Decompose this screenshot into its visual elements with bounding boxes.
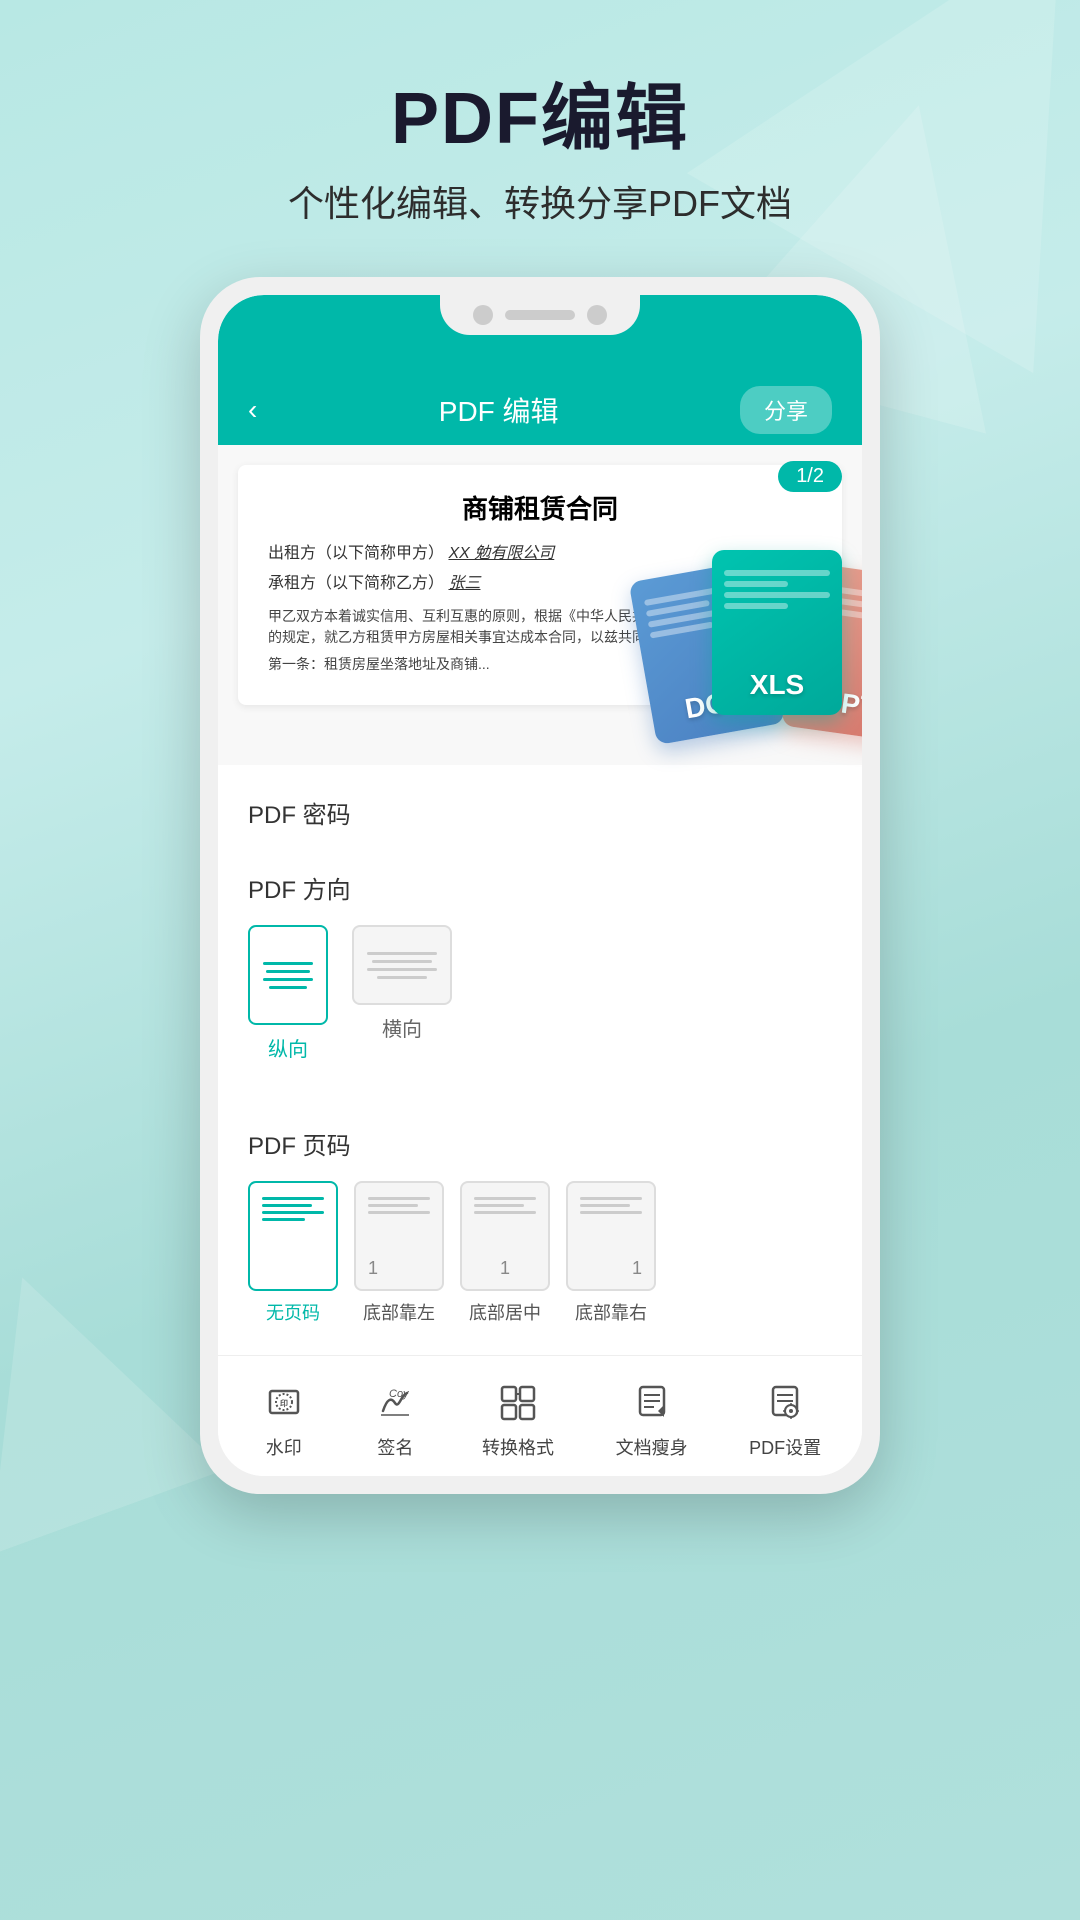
landscape-line-4: [377, 976, 427, 979]
page-num-icon-bc: 1: [460, 1181, 550, 1291]
convert-icon: [493, 1376, 543, 1426]
xls-card-lines: [724, 570, 830, 609]
portrait-option[interactable]: 纵向: [248, 925, 328, 1062]
line1-value: XX 勉有限公司: [448, 545, 554, 562]
pdf-orientation-section: PDF 方向 纵向: [218, 870, 862, 1106]
signature-icon: Coy: [370, 1376, 420, 1426]
toolbar-pdf-settings[interactable]: PDF设置: [749, 1376, 821, 1460]
pdf-page-number-section: PDF 页码 无页码: [218, 1106, 862, 1355]
pdf-settings-label: PDF设置: [749, 1434, 821, 1460]
orientation-options: 纵向 横向: [248, 925, 832, 1062]
pn-br-3: [580, 1211, 642, 1214]
svg-text:Coy: Coy: [389, 1388, 410, 1400]
page-num-icon-bl: 1: [354, 1181, 444, 1291]
phone-inner: ‹ PDF 编辑 分享 1/2 DOC: [218, 295, 862, 1476]
xls-line-2: [724, 581, 788, 587]
orientation-title: PDF 方向: [248, 870, 832, 905]
notch-camera-2: [587, 305, 607, 325]
phone-notch-area: [218, 295, 862, 375]
app-bar-title: PDF 编辑: [439, 390, 559, 430]
portrait-line-4: [269, 986, 307, 989]
pn-line-a3: [262, 1211, 324, 1214]
toolbar-convert[interactable]: 转换格式: [482, 1376, 554, 1460]
portrait-icon: [248, 925, 328, 1025]
main-title: PDF编辑: [0, 80, 1080, 159]
pdf-password-title: PDF 密码: [248, 795, 832, 830]
header-area: PDF编辑 个性化编辑、转换分享PDF文档: [0, 0, 1080, 257]
app-bar: ‹ PDF 编辑 分享: [218, 375, 862, 445]
pn-bl-1: [368, 1197, 430, 1200]
portrait-label: 纵向: [268, 1033, 308, 1062]
page-number-options: 无页码 1 底部靠左: [248, 1181, 832, 1325]
landscape-option[interactable]: 横向: [352, 925, 452, 1062]
pn-line-a1: [262, 1197, 324, 1200]
line2-label: 承租方（以下简称乙方）: [268, 575, 444, 592]
page-num-icon-none: [248, 1181, 338, 1291]
portrait-line-3: [263, 978, 313, 981]
toolbar-watermark[interactable]: 印 水印: [259, 1376, 309, 1460]
xls-card: XLS: [712, 550, 842, 715]
landscape-icon: [352, 925, 452, 1005]
svg-text:印: 印: [280, 1398, 288, 1408]
slim-icon: [627, 1376, 677, 1426]
page-num-bottom-right[interactable]: 1 底部靠右: [566, 1181, 656, 1325]
xls-label: XLS: [750, 669, 804, 701]
portrait-line-2: [266, 970, 310, 973]
page-num-none[interactable]: 无页码: [248, 1181, 338, 1325]
label-bottom-center: 底部居中: [469, 1299, 541, 1325]
landscape-line-3: [367, 968, 437, 971]
pn-br-2: [580, 1204, 630, 1207]
label-none: 无页码: [266, 1299, 320, 1325]
page-number-title: PDF 页码: [248, 1126, 832, 1161]
pn-br-1: [580, 1197, 642, 1200]
page-num-icon-br: 1: [566, 1181, 656, 1291]
landscape-line-1: [367, 952, 437, 955]
signature-label: 签名: [377, 1434, 413, 1460]
pn-bc-1: [474, 1197, 536, 1200]
xls-line-4: [724, 603, 788, 609]
notch-speaker: [505, 310, 575, 320]
share-button[interactable]: 分享: [740, 386, 832, 434]
phone-mockup-container: ‹ PDF 编辑 分享 1/2 DOC: [0, 277, 1080, 1494]
pn-bl-2: [368, 1204, 418, 1207]
landscape-line-2: [372, 960, 432, 963]
pdf-settings-icon: [760, 1376, 810, 1426]
pn-lines-bl: [356, 1197, 442, 1214]
bottom-toolbar: 印 水印 Coy 签名: [218, 1355, 862, 1476]
convert-label: 转换格式: [482, 1434, 554, 1460]
pn-lines-br: [568, 1197, 654, 1214]
pn-bl-3: [368, 1211, 430, 1214]
line2-value: 张三: [448, 575, 480, 592]
pn-bc-3: [474, 1211, 536, 1214]
document-area: 1/2 DOC: [218, 445, 862, 765]
toolbar-signature[interactable]: Coy 签名: [370, 1376, 420, 1460]
page-num-bottom-left[interactable]: 1 底部靠左: [354, 1181, 444, 1325]
pn-bc-2: [474, 1204, 524, 1207]
phone-notch: [440, 295, 640, 335]
watermark-label: 水印: [266, 1434, 302, 1460]
phone-mockup: ‹ PDF 编辑 分享 1/2 DOC: [200, 277, 880, 1494]
portrait-line-1: [263, 962, 313, 965]
slim-label: 文档瘦身: [616, 1434, 688, 1460]
line1-label: 出租方（以下简称甲方）: [268, 545, 444, 562]
xls-line-1: [724, 570, 830, 576]
file-cards-container: DOC XLS: [642, 475, 862, 735]
pn-line-a4: [262, 1218, 305, 1221]
landscape-label: 横向: [382, 1013, 422, 1042]
notch-camera: [473, 305, 493, 325]
pn-line-a2: [262, 1204, 312, 1207]
page-num-bottom-center[interactable]: 1 底部居中: [460, 1181, 550, 1325]
label-bottom-right: 底部靠右: [575, 1299, 647, 1325]
pn-lines-none: [250, 1197, 336, 1221]
xls-line-3: [724, 592, 830, 598]
pdf-password-section: PDF 密码: [218, 765, 862, 870]
back-button[interactable]: ‹: [248, 394, 257, 426]
pn-lines-bc: [462, 1197, 548, 1214]
toolbar-slim[interactable]: 文档瘦身: [616, 1376, 688, 1460]
sub-title: 个性化编辑、转换分享PDF文档: [0, 175, 1080, 227]
watermark-icon: 印: [259, 1376, 309, 1426]
label-bottom-left: 底部靠左: [363, 1299, 435, 1325]
